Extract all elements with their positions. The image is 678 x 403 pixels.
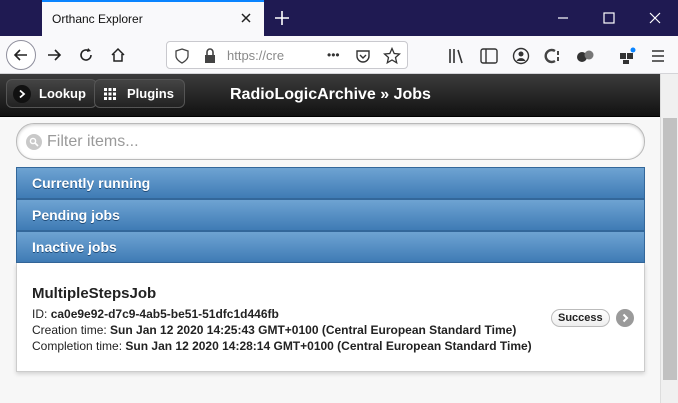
account-icon[interactable] [512, 47, 530, 65]
job-name: MultipleStepsJob [32, 285, 157, 302]
scrollbar-thumb[interactable] [663, 118, 677, 380]
plugins-label: Plugins [127, 86, 174, 101]
page-actions-icon[interactable]: ••• [327, 48, 340, 62]
browser-tab-bar: Orthanc Explorer [0, 0, 678, 36]
menu-icon[interactable] [650, 48, 666, 64]
chevron-right-icon [13, 84, 31, 103]
minimize-icon[interactable] [555, 10, 571, 26]
job-list-item[interactable]: MultipleStepsJob ID: ca0e9e92-d7c9-4ab5-… [16, 263, 645, 372]
page-scrollbar[interactable] [660, 74, 678, 403]
bookmark-star-icon[interactable] [383, 47, 401, 65]
filter-box[interactable] [16, 123, 645, 160]
page-title: RadioLogicArchive » Jobs [230, 86, 431, 103]
pocket-icon[interactable] [355, 48, 371, 64]
job-completion-line: Completion time: Sun Jan 12 2020 14:28:1… [32, 339, 532, 353]
jobs-content: Currently running Pending jobs Inactive … [0, 117, 660, 403]
close-window-icon[interactable] [647, 10, 663, 26]
url-bar[interactable]: https://cre ••• [166, 41, 408, 69]
filter-input[interactable] [47, 132, 627, 151]
tab-title: Orthanc Explorer [52, 12, 143, 26]
sidebar-icon[interactable] [480, 48, 498, 64]
grid-icon [101, 85, 119, 103]
new-tab-icon[interactable] [272, 8, 292, 28]
plugins-button[interactable]: Plugins [94, 79, 185, 108]
section-inactive-jobs[interactable]: Inactive jobs [16, 231, 645, 263]
navigation-toolbar: https://cre ••• [0, 36, 678, 74]
job-creation-label: Creation time: [32, 323, 107, 337]
extension-circles-icon[interactable] [575, 47, 595, 65]
close-tab-icon[interactable] [238, 10, 254, 26]
lookup-label: Lookup [39, 86, 86, 101]
extension-c-icon[interactable] [543, 47, 561, 65]
back-button[interactable] [6, 40, 36, 70]
reload-icon [80, 48, 92, 61]
library-icon[interactable] [448, 48, 466, 64]
search-icon [26, 134, 42, 150]
job-id-value: ca0e9e92-d7c9-4ab5-be51-51dfc1d446fb [50, 307, 279, 321]
back-arrow-icon [13, 49, 27, 61]
job-creation-line: Creation time: Sun Jan 12 2020 14:25:43 … [32, 323, 516, 337]
lock-icon[interactable] [203, 48, 217, 64]
url-text[interactable]: https://cre [227, 48, 297, 63]
section-currently-running[interactable]: Currently running [16, 167, 645, 199]
app-header: Lookup Plugins RadioLogicArchive » Jobs [0, 74, 660, 117]
browser-tab[interactable]: Orthanc Explorer [42, 0, 264, 36]
job-completion-value: Sun Jan 12 2020 14:28:14 GMT+0100 (Centr… [125, 339, 532, 353]
job-completion-label: Completion time: [32, 339, 123, 353]
forward-arrow-icon [48, 49, 62, 61]
section-pending-jobs[interactable]: Pending jobs [16, 199, 645, 231]
shield-icon[interactable] [175, 48, 189, 64]
job-id-label: ID: [32, 307, 48, 321]
reload-button[interactable] [72, 41, 100, 69]
status-badge: Success [551, 309, 610, 327]
chevron-right-icon[interactable] [616, 309, 634, 327]
lookup-button[interactable]: Lookup [6, 79, 97, 108]
job-id-line: ID: ca0e9e92-d7c9-4ab5-be51-51dfc1d446fb [32, 307, 279, 321]
home-button[interactable] [104, 41, 132, 69]
home-icon [111, 47, 125, 62]
extensions-puzzle-icon[interactable] [618, 47, 636, 65]
job-creation-value: Sun Jan 12 2020 14:25:43 GMT+0100 (Centr… [110, 323, 517, 337]
maximize-icon[interactable] [601, 10, 617, 26]
forward-button[interactable] [40, 41, 68, 69]
